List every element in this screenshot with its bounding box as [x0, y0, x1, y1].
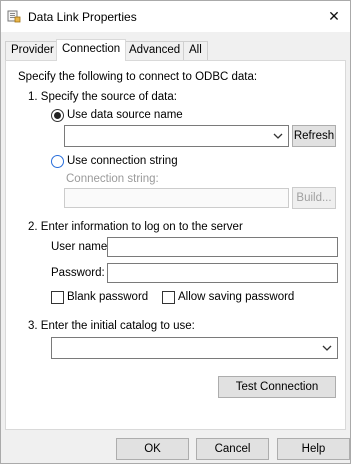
password-input[interactable]: [107, 263, 338, 283]
step1-label: 1. Specify the source of data:: [28, 91, 177, 103]
connection-string-label: Connection string:: [66, 173, 159, 185]
connection-string-field: [64, 188, 289, 208]
use-connection-string-radio[interactable]: [51, 155, 64, 168]
cancel-button[interactable]: Cancel: [196, 438, 269, 460]
allow-saving-password-label[interactable]: Allow saving password: [178, 291, 294, 303]
use-dsn-label[interactable]: Use data source name: [67, 109, 183, 121]
intro-text: Specify the following to connect to ODBC…: [18, 71, 258, 83]
use-connection-string-label[interactable]: Use connection string: [67, 155, 178, 167]
user-name-input[interactable]: [107, 237, 338, 257]
data-link-icon: [7, 10, 21, 23]
tab-provider[interactable]: Provider: [5, 41, 60, 60]
password-label: Password:: [51, 267, 105, 279]
dsn-combobox[interactable]: [64, 125, 289, 147]
tab-connection[interactable]: Connection: [56, 39, 127, 61]
build-button: Build...: [292, 187, 336, 209]
blank-password-label[interactable]: Blank password: [67, 291, 148, 303]
refresh-button[interactable]: Refresh: [292, 125, 336, 147]
title-bar: Data Link Properties ✕: [1, 1, 350, 32]
chevron-down-icon: [322, 345, 332, 351]
test-connection-button[interactable]: Test Connection: [218, 376, 336, 398]
close-icon: ✕: [328, 8, 340, 24]
help-button[interactable]: Help: [277, 438, 350, 460]
chevron-down-icon: [273, 133, 283, 139]
initial-catalog-combobox[interactable]: [51, 337, 338, 359]
user-name-label: User name:: [51, 241, 111, 253]
allow-saving-password-checkbox[interactable]: [162, 291, 175, 304]
ok-button[interactable]: OK: [116, 438, 189, 460]
tab-advanced[interactable]: Advanced: [123, 41, 187, 60]
blank-password-checkbox[interactable]: [51, 291, 64, 304]
tab-all[interactable]: All: [183, 41, 208, 60]
data-link-properties-dialog: Data Link Properties ✕ Provider Connecti…: [0, 0, 351, 464]
close-button[interactable]: ✕: [318, 1, 350, 32]
step3-label: 3. Enter the initial catalog to use:: [28, 320, 195, 332]
window-title: Data Link Properties: [28, 10, 137, 24]
use-dsn-radio[interactable]: [51, 109, 64, 122]
step2-label: 2. Enter information to log on to the se…: [28, 221, 243, 233]
